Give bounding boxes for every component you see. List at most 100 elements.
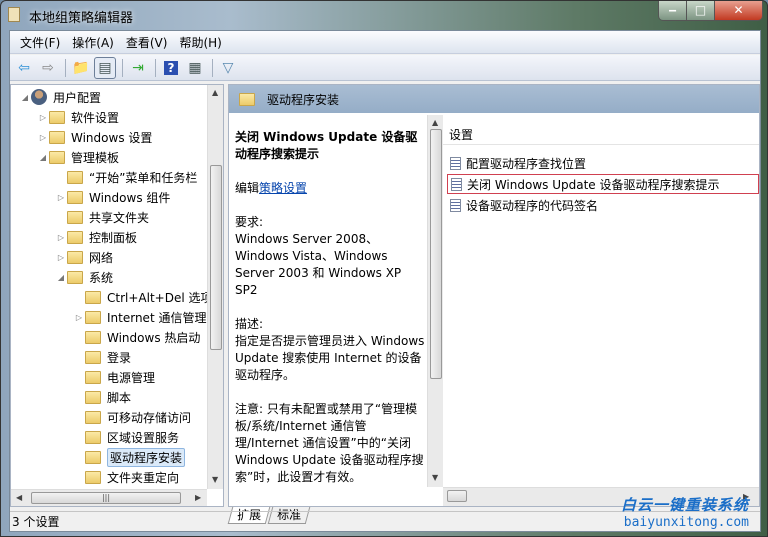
tree-item-label: Internet 通信管理 xyxy=(107,310,207,325)
tree-item-label: Windows 设置 xyxy=(71,130,153,145)
folder-icon xyxy=(85,410,101,424)
maximize-button[interactable]: □ xyxy=(687,1,715,20)
tree-item[interactable]: ◢ 管理模板 xyxy=(37,147,119,167)
collapse-arrow-icon[interactable]: ◢ xyxy=(55,273,67,282)
folder-icon xyxy=(49,130,65,144)
tree-item[interactable]: 共享文件夹 xyxy=(55,207,149,227)
show-hide-tree-icon: ▤ xyxy=(98,59,112,76)
tree-item[interactable]: ▷ Windows 设置 xyxy=(37,127,152,147)
expand-arrow-icon[interactable]: ▷ xyxy=(55,253,67,262)
folder-icon xyxy=(67,210,83,224)
tree-item[interactable]: 脚本 xyxy=(73,387,131,407)
requirements-label: 要求: xyxy=(235,215,264,229)
toolbar-separator xyxy=(155,58,156,77)
tree-item[interactable]: ◢ 系统 xyxy=(55,267,113,287)
forward-button[interactable]: ⇨ xyxy=(37,57,59,79)
policy-list-item[interactable]: 关闭 Windows Update 设备驱动程序搜索提示 xyxy=(447,174,759,194)
scroll-up-icon[interactable]: ▲ xyxy=(212,88,218,97)
up-folder-button[interactable]: 📁 xyxy=(70,57,92,79)
toolbar-separator xyxy=(212,58,213,77)
tree-item-label: 管理模板 xyxy=(71,150,120,165)
menu-help[interactable]: 帮助(H) xyxy=(173,34,227,51)
description-panel: 关闭 Windows Update 设备驱动程序搜索提示 编辑策略设置 要求: W… xyxy=(229,115,427,487)
menu-view[interactable]: 查看(V) xyxy=(120,34,174,51)
tree-item[interactable]: ▷ 软件设置 xyxy=(37,107,119,127)
collapse-arrow-icon[interactable]: ◢ xyxy=(19,93,31,102)
folder-icon xyxy=(49,150,65,164)
tree-item[interactable]: ▷ 控制面板 xyxy=(55,227,137,247)
tree-scroll-thumb[interactable] xyxy=(210,165,222,350)
action-pane-button[interactable]: ▦ xyxy=(184,57,206,79)
menu-action[interactable]: 操作(A) xyxy=(66,34,120,51)
tree-item[interactable]: 驱动程序安装 xyxy=(73,447,186,467)
up-folder-icon: 📁 xyxy=(72,59,90,76)
tree-item[interactable]: 区域设置服务 xyxy=(73,427,179,447)
forward-icon: ⇨ xyxy=(42,59,54,76)
navigation-tree: ◢ 用户配置 ▷ 软件设置 ▷ Windows 设置 ◢ 管理模板 “开始”菜单和任务栏 ▷ Win… xyxy=(11,85,207,489)
tree-item[interactable]: ▷ 网络 xyxy=(55,247,113,267)
toolbar-separator xyxy=(122,58,123,77)
column-header-setting[interactable]: 设置 xyxy=(443,125,759,145)
navigation-tree-pane: ◢ 用户配置 ▷ 软件设置 ▷ Windows 设置 ◢ 管理模板 “开始”菜单和任务栏 ▷ Win… xyxy=(10,84,224,507)
description-text: 指定是否提示管理员进入 Windows Update 搜索使用 Internet… xyxy=(235,334,425,382)
app-icon xyxy=(8,7,20,22)
expand-arrow-icon[interactable]: ▷ xyxy=(37,113,49,122)
policy-setting-icon xyxy=(451,177,462,191)
folder-icon xyxy=(67,230,83,244)
tree-item[interactable]: ▷ Windows 组件 xyxy=(55,187,170,207)
tree-vertical-scrollbar[interactable]: ▲ ▼ xyxy=(207,85,223,489)
toolbar-separator xyxy=(65,58,66,77)
menu-file[interactable]: 文件(F) xyxy=(14,34,66,51)
window-title: 本地组策略编辑器 xyxy=(29,11,134,26)
tree-item-label: Windows 热启动 xyxy=(107,330,201,345)
list-hscroll-thumb[interactable] xyxy=(447,490,467,502)
description-scroll-thumb[interactable] xyxy=(430,129,442,379)
tree-item[interactable]: 可移动存储访问 xyxy=(73,407,191,427)
export-list-button[interactable]: ⇥ xyxy=(127,57,149,79)
folder-icon xyxy=(85,290,101,304)
scroll-up-icon[interactable]: ▲ xyxy=(432,118,438,127)
tree-item-label: 系统 xyxy=(89,270,114,285)
back-button[interactable]: ⇦ xyxy=(13,57,35,79)
tree-item[interactable]: ▷ Internet 通信管理 xyxy=(73,307,206,327)
toolbar: ⇦ ⇨ 📁 ▤ ⇥? ▦ ▽ xyxy=(10,55,760,81)
expand-arrow-icon[interactable]: ▷ xyxy=(55,193,67,202)
policy-item-label: 关闭 Windows Update 设备驱动程序搜索提示 xyxy=(467,177,720,192)
expand-arrow-icon[interactable]: ▷ xyxy=(73,313,85,322)
tree-item-label: 区域设置服务 xyxy=(107,430,180,445)
tree-item[interactable]: Ctrl+Alt+Del 选项 xyxy=(73,287,207,307)
settings-list: 设置 配置驱动程序查找位置关闭 Windows Update 设备驱动程序搜索提… xyxy=(443,115,759,487)
tree-item[interactable]: “开始”菜单和任务栏 xyxy=(55,167,197,187)
scroll-left-icon[interactable]: ◀ xyxy=(16,493,22,502)
tree-item[interactable]: ◢ 用户配置 xyxy=(19,87,101,107)
policy-title: 关闭 Windows Update 设备驱动程序搜索提示 xyxy=(235,130,418,161)
expand-arrow-icon[interactable]: ▷ xyxy=(55,233,67,242)
edit-policy-link[interactable]: 策略设置 xyxy=(259,181,307,195)
menu-bar: 文件(F) 操作(A) 查看(V) 帮助(H) xyxy=(10,31,760,54)
description-vertical-scrollbar[interactable]: ▲ ▼ xyxy=(427,115,443,487)
collapse-arrow-icon[interactable]: ◢ xyxy=(37,153,49,162)
scroll-down-icon[interactable]: ▼ xyxy=(432,473,438,482)
expand-arrow-icon[interactable]: ▷ xyxy=(37,133,49,142)
policy-list-item[interactable]: 配置驱动程序查找位置 xyxy=(447,153,586,173)
tree-item[interactable]: 电源管理 xyxy=(73,367,155,387)
policy-list-item[interactable]: 设备驱动程序的代码签名 xyxy=(447,195,598,215)
tree-item-label: Windows 组件 xyxy=(89,190,171,205)
tree-item[interactable]: 登录 xyxy=(73,347,131,367)
tree-item[interactable]: Windows 热启动 xyxy=(73,327,200,347)
scroll-right-icon[interactable]: ▶ xyxy=(195,493,201,502)
scroll-down-icon[interactable]: ▼ xyxy=(212,475,218,484)
tree-hscroll-thumb[interactable]: ||| xyxy=(31,492,181,504)
show-hide-tree-button[interactable]: ▤ xyxy=(94,56,116,79)
close-button[interactable]: ✕ xyxy=(715,1,762,20)
minimize-button[interactable]: ‒ xyxy=(659,1,687,20)
help-button[interactable]: ? xyxy=(160,57,182,79)
action-pane-icon: ▦ xyxy=(188,59,202,76)
folder-icon xyxy=(67,170,83,184)
tree-horizontal-scrollbar[interactable]: ◀ ||| ▶ xyxy=(11,489,207,506)
filter-button[interactable]: ▽ xyxy=(217,57,239,79)
policy-setting-icon xyxy=(450,198,461,212)
folder-icon xyxy=(85,470,101,484)
tree-item-label: 驱动程序安装 xyxy=(107,447,186,467)
tree-item[interactable]: 文件夹重定向 xyxy=(73,467,179,487)
